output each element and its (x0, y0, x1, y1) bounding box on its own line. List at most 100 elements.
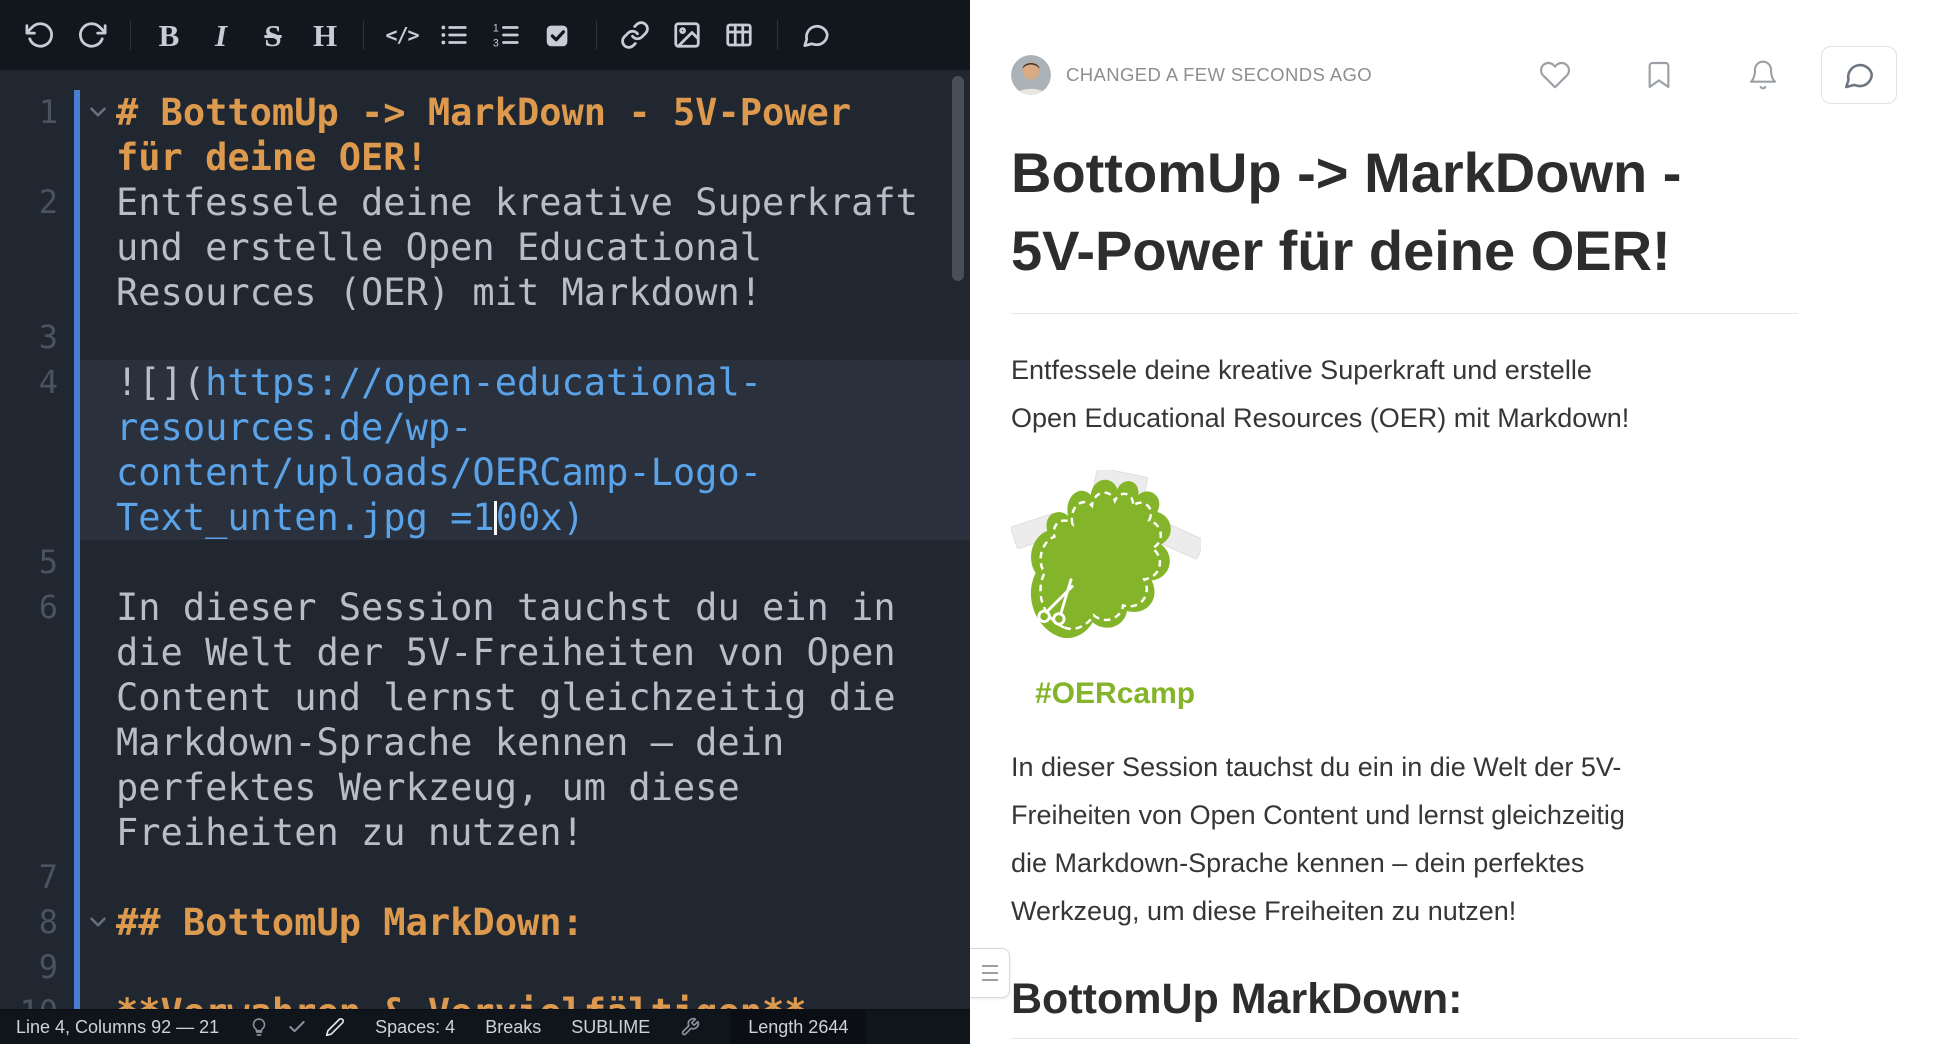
text-cursor (494, 501, 497, 535)
markdown-editor-pane: BISH</>13 1# BottomUp -> MarkDown - 5V-P… (0, 0, 970, 1044)
text-segment: # BottomUp -> MarkDown - 5V-Power (116, 91, 851, 134)
split-drag-handle[interactable] (970, 948, 1010, 998)
oercamp-logo: #OERcamp (1011, 470, 1211, 711)
unordered-list-icon[interactable] (428, 12, 480, 58)
preview-body-paragraph: In dieser Session tauchst du ein in die … (1011, 743, 1798, 935)
editor-line-10[interactable]: 10 **Verwahren & Vervielfältigen** (0, 990, 970, 1009)
note-actions (1539, 59, 1779, 91)
preview-header: CHANGED A FEW SECONDS AGO (1011, 46, 1897, 104)
cursor-position: Line 4, Columns 92 — 21 (16, 1017, 219, 1038)
line-number: 7 (0, 855, 74, 900)
text-segment: Resources (OER) mit Markdown! (116, 271, 762, 314)
editor-statusbar: Line 4, Columns 92 — 21 Spaces: 4 Breaks… (0, 1009, 970, 1044)
line-number: 1 (0, 90, 74, 180)
svg-text:1: 1 (493, 22, 499, 34)
line-number: 4 (0, 360, 74, 540)
editor-content[interactable]: 1 # BottomUp -> MarkDown - 5V-Powerfür de… (0, 70, 970, 1009)
toolbar-separator (130, 20, 131, 50)
line-number: 2 (0, 180, 74, 315)
svg-text:3: 3 (493, 37, 499, 49)
text-segment: Content und lernst gleichzeitig die (116, 676, 896, 719)
editor-line-5[interactable]: 5 (0, 540, 970, 585)
editor-scrollbar-thumb[interactable] (952, 76, 964, 281)
line-number: 10 (0, 990, 74, 1009)
redo-icon[interactable] (66, 12, 118, 58)
preview-title: BottomUp -> MarkDown - 5V-Power für dein… (1011, 134, 1798, 314)
fold-gutter (80, 315, 116, 360)
text-segment: Entfessele deine kreative Superkraft (116, 181, 918, 224)
app-window: BISH</>13 1# BottomUp -> MarkDown - 5V-P… (0, 0, 1938, 1044)
editor-line-7[interactable]: 7 (0, 855, 970, 900)
text-segment: https://open-educational- (205, 361, 762, 404)
heart-icon[interactable] (1539, 59, 1571, 91)
table-icon[interactable] (713, 12, 765, 58)
check-list-icon[interactable] (532, 12, 584, 58)
brush-icon[interactable] (325, 1017, 345, 1037)
italic-icon[interactable]: I (195, 12, 247, 58)
last-changed-text: CHANGED A FEW SECONDS AGO (1066, 64, 1372, 86)
line-number: 3 (0, 315, 74, 360)
text-segment: resources.de/wp- (116, 406, 472, 449)
fold-gutter (80, 990, 116, 1009)
avatar[interactable] (1011, 55, 1051, 95)
fold-gutter (80, 180, 116, 315)
spaces-setting[interactable]: Spaces: 4 (375, 1017, 455, 1038)
text-segment: Freiheiten zu nutzen! (116, 811, 584, 854)
fold-gutter (80, 585, 116, 855)
editor-line-1[interactable]: 1 # BottomUp -> MarkDown - 5V-Powerfür de… (0, 90, 970, 180)
fold-gutter (80, 855, 116, 900)
keymap-indicator[interactable]: SUBLIME (571, 1017, 650, 1038)
editor-line-8[interactable]: 8## BottomUp MarkDown: (0, 900, 970, 945)
preview-content: BottomUp -> MarkDown - 5V-Power für dein… (1011, 134, 1798, 1039)
fold-chevron-icon[interactable] (80, 900, 116, 945)
line-number: 5 (0, 540, 74, 585)
editor-toolbar: BISH</>13 (0, 0, 970, 70)
statusbar-icons (249, 1017, 345, 1037)
toolbar-separator (777, 20, 778, 50)
text-segment: 00x) (496, 496, 585, 539)
bell-icon[interactable] (1747, 59, 1779, 91)
toolbar-separator (363, 20, 364, 50)
line-number: 9 (0, 945, 74, 990)
fold-chevron-icon[interactable] (80, 90, 116, 180)
text-segment: für deine OER! (116, 136, 428, 179)
code-icon[interactable]: </> (376, 12, 428, 58)
link-icon[interactable] (609, 12, 661, 58)
preview-intro-paragraph: Entfessele deine kreative Superkraft und… (1011, 346, 1798, 442)
doc-length: Length 2644 (730, 1010, 866, 1044)
lightbulb-icon[interactable] (249, 1017, 269, 1037)
fold-gutter (80, 540, 116, 585)
text-segment: die Welt der 5V-Freiheiten von Open (116, 631, 896, 674)
text-segment: Markdown-Sprache kennen – dein (116, 721, 784, 764)
text-segment: content/uploads/OERCamp-Logo- (116, 451, 762, 494)
spellcheck-icon[interactable] (287, 1017, 307, 1037)
logo-caption: #OERcamp (1035, 677, 1211, 711)
editor-line-4[interactable]: 4 ![](https://open-educational-resources.… (0, 360, 970, 540)
preview-section-title: BottomUp MarkDown: (1011, 975, 1798, 1039)
strikethrough-icon[interactable]: S (247, 12, 299, 58)
undo-icon[interactable] (14, 12, 66, 58)
editor-line-6[interactable]: 6 In dieser Session tauchst du ein indie … (0, 585, 970, 855)
editor-line-2[interactable]: 2 Entfessele deine kreative Superkraftund… (0, 180, 970, 315)
wrench-icon[interactable] (680, 1017, 700, 1037)
text-segment: ![]( (116, 361, 205, 404)
line-number: 6 (0, 585, 74, 855)
toolbar-separator (596, 20, 597, 50)
fold-gutter (80, 360, 116, 540)
comment-icon[interactable] (790, 12, 842, 58)
linebreak-setting[interactable]: Breaks (485, 1017, 541, 1038)
heading-icon[interactable]: H (299, 12, 351, 58)
fold-gutter (80, 945, 116, 990)
editor-line-3[interactable]: 3 (0, 315, 970, 360)
text-segment: ## BottomUp MarkDown: (116, 901, 584, 944)
editor-line-9[interactable]: 9 (0, 945, 970, 990)
text-segment: und erstelle Open Educational (116, 226, 762, 269)
markdown-preview-pane: CHANGED A FEW SECONDS AGO BottomUp -> Ma… (970, 0, 1938, 1044)
bold-icon[interactable]: B (143, 12, 195, 58)
comments-button[interactable] (1821, 46, 1897, 104)
ordered-list-icon[interactable]: 13 (480, 12, 532, 58)
bookmark-icon[interactable] (1643, 59, 1675, 91)
image-icon[interactable] (661, 12, 713, 58)
text-segment: In dieser Session tauchst du ein in (116, 586, 896, 629)
text-segment: **Verwahren & Vervielfältigen** (116, 991, 807, 1009)
